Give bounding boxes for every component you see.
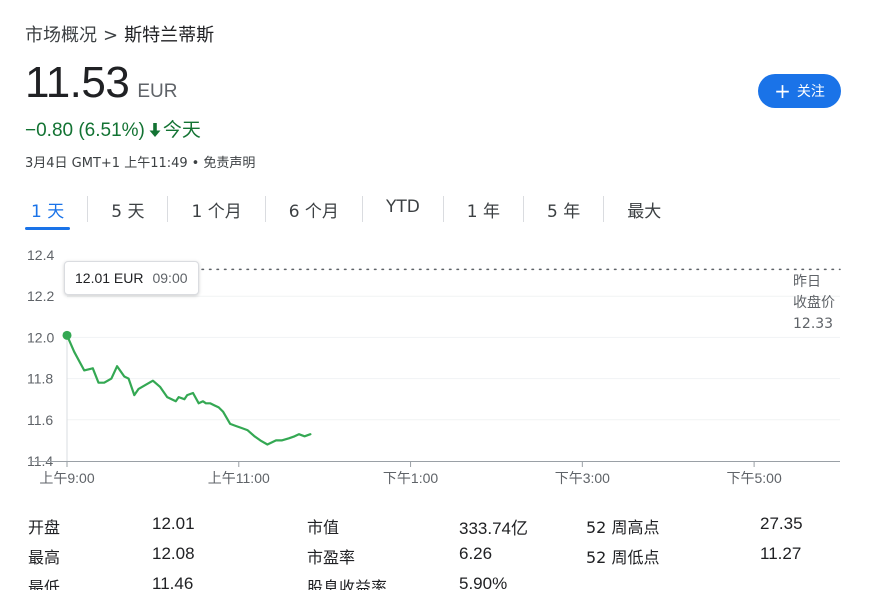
previous-close-label: 昨日 — [793, 274, 821, 290]
x-tick-label: 下午5:00 — [726, 470, 781, 486]
x-tick-label: 上午11:00 — [208, 470, 270, 486]
tooltip-time: 09:00 — [152, 270, 188, 286]
stat-value: 5.90% — [459, 574, 508, 590]
price-change: −0.80 (6.51%) 今天 — [25, 115, 201, 142]
price-row: 11.53 EUR — [25, 58, 177, 108]
tab-separator — [87, 196, 89, 222]
stat-value: 12.08 — [152, 544, 195, 563]
y-tick-label: 12.4 — [27, 247, 54, 263]
x-tick-label: 下午1:00 — [383, 470, 438, 486]
stat-value: 333.74亿 — [459, 519, 528, 538]
tab-separator — [523, 196, 525, 222]
previous-close-label: 12.33 — [793, 316, 833, 332]
tooltip-price: 12.01 EUR — [75, 270, 144, 286]
current-price: 11.53 — [25, 58, 130, 107]
chart-tooltip: 12.01 EUR 09:00 — [64, 261, 199, 295]
quote-timestamp: 3月4日 GMT+1 上午11:49 — [25, 156, 188, 171]
stat-value: 11.46 — [152, 574, 194, 590]
tab-separator — [603, 196, 605, 222]
stat-label: 开盘 — [28, 518, 61, 537]
meta-dot: • — [191, 156, 200, 171]
tab-separator — [361, 196, 363, 222]
x-tick-label: 上午9:00 — [39, 470, 94, 486]
breadcrumb-separator: > — [103, 25, 119, 46]
change-period: 今天 — [162, 120, 201, 141]
stat-value: 12.01 — [152, 514, 195, 533]
hover-point — [62, 330, 72, 340]
stat-label: 市盈率 — [307, 548, 356, 567]
disclaimer-link[interactable]: 免责声明 — [203, 156, 255, 171]
y-tick-label: 11.6 — [27, 412, 53, 428]
tab-range-1[interactable]: 5 天 — [105, 193, 150, 230]
breadcrumb-market-overview[interactable]: 市场概况 — [25, 25, 97, 46]
stat-label: 52 周低点 — [586, 548, 660, 567]
y-tick-label: 12.2 — [27, 288, 54, 304]
stat-value: 6.26 — [459, 544, 493, 563]
x-tick-label: 下午3:00 — [555, 470, 610, 486]
tab-range-7[interactable]: 最大 — [621, 193, 667, 230]
stat-label: 最低 — [28, 578, 61, 590]
currency: EUR — [137, 81, 178, 102]
stats-table: 开盘 12.01 最高 12.08 最低 11.46 市值 333.74亿市盈率 6.26 股息收… — [0, 514, 878, 590]
tab-range-4[interactable]: YTD — [380, 193, 426, 225]
follow-button-label: 关注 — [796, 84, 825, 100]
arrow-down-icon — [149, 120, 161, 142]
range-tabs: 1 天 5 天 1 个月 6 个月 YTD 1 年 5 年最大 — [25, 193, 667, 230]
tab-range-0[interactable]: 1 天 — [25, 193, 71, 230]
stat-label: 最高 — [28, 548, 61, 567]
quote-meta: 3月4日 GMT+1 上午11:49 • 免责声明 — [25, 152, 255, 171]
stat-value: 27.35 — [760, 514, 803, 533]
tab-separator — [264, 196, 266, 222]
breadcrumb: 市场概况 > 斯特兰蒂斯 — [25, 21, 214, 47]
follow-button[interactable]: + 关注 — [758, 74, 841, 108]
plus-icon: + — [774, 79, 791, 103]
previous-close-label: 收盘价 — [793, 294, 835, 311]
tab-range-5[interactable]: 1 年 — [461, 193, 506, 230]
y-tick-label: 11.8 — [27, 371, 53, 387]
stat-label: 股息收益率 — [307, 578, 388, 590]
breadcrumb-current: 斯特兰蒂斯 — [124, 25, 215, 46]
stat-label: 市值 — [307, 518, 340, 537]
tab-range-3[interactable]: 6 个月 — [283, 193, 345, 230]
tab-range-2[interactable]: 1 个月 — [185, 193, 247, 230]
tab-range-6[interactable]: 5 年 — [541, 193, 586, 230]
change-value: −0.80 (6.51%) — [25, 120, 145, 141]
y-tick-label: 12.0 — [27, 329, 54, 345]
price-line — [65, 334, 312, 446]
tab-separator — [167, 196, 169, 222]
stat-value: 11.27 — [760, 544, 802, 563]
stat-label: 52 周高点 — [586, 518, 660, 537]
tab-separator — [442, 196, 444, 222]
